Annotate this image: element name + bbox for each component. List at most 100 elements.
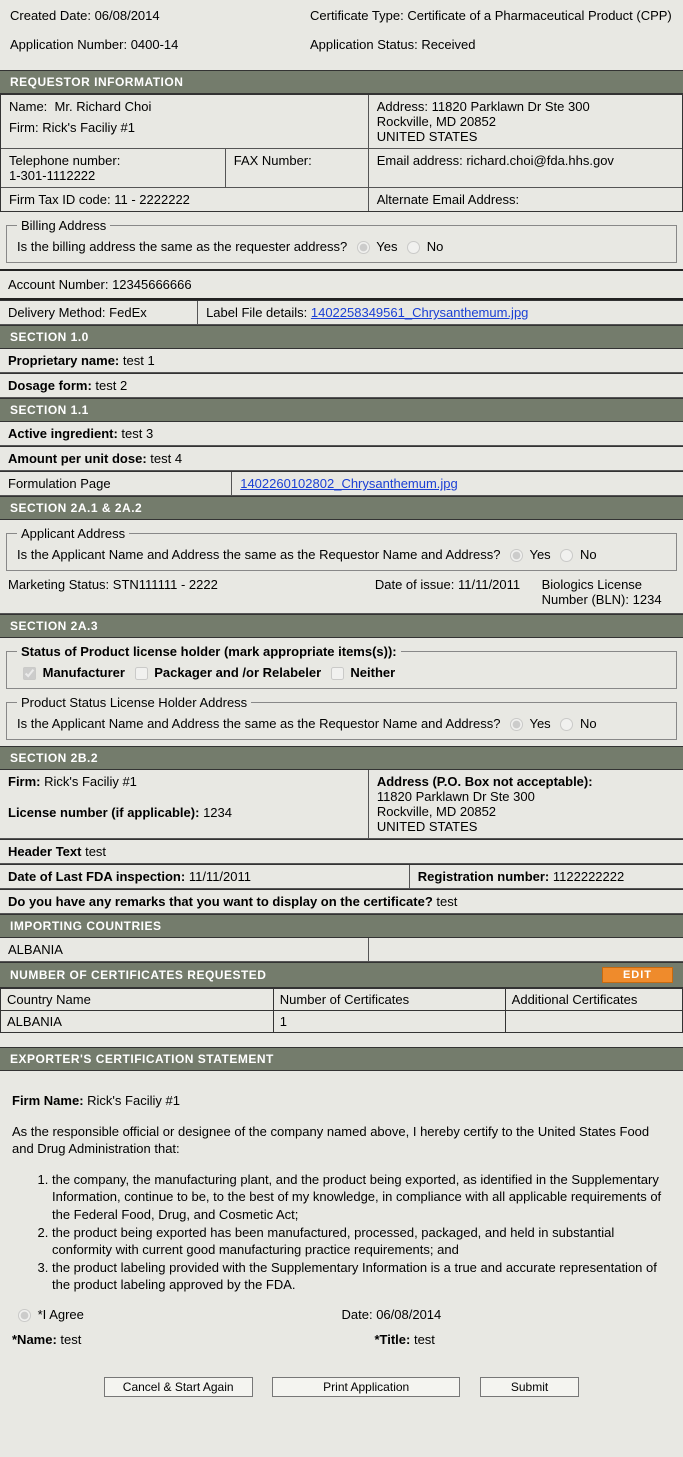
reg-label: Registration number: xyxy=(418,869,549,884)
certificates-table: Country Name Number of Certificates Addi… xyxy=(0,988,683,1033)
manufacturer-checkbox[interactable] xyxy=(23,667,36,680)
exporter-date-label: Date: xyxy=(342,1307,373,1322)
edit-button[interactable]: EDIT xyxy=(602,967,673,983)
applicant-no-radio[interactable] xyxy=(560,549,573,562)
billing-legend: Billing Address xyxy=(17,218,110,233)
pslh-question: Is the Applicant Name and Address the sa… xyxy=(17,716,500,731)
s2b2-license-label: License number (if applicable): xyxy=(8,805,199,820)
applicant-address-fieldset: Applicant Address Is the Applicant Name … xyxy=(6,526,677,571)
telephone-value: 1-301-1112222 xyxy=(9,168,217,183)
pslh-no-label: No xyxy=(580,716,597,731)
email-label: Email address: xyxy=(377,153,463,168)
exporter-li1: the company, the manufacturing plant, an… xyxy=(52,1171,671,1224)
s2b2-address-label: Address (P.O. Box not acceptable): xyxy=(377,774,675,789)
exporter-body: Firm Name: Rick's Faciliy #1 As the resp… xyxy=(0,1071,683,1361)
certs-header: NUMBER OF CERTIFICATES REQUESTED xyxy=(10,968,266,982)
dosage-value: test 2 xyxy=(95,378,127,393)
proprietary-label: Proprietary name: xyxy=(8,353,119,368)
pslh-no-radio[interactable] xyxy=(560,718,573,731)
license-holder-status-fieldset: Status of Product license holder (mark a… xyxy=(6,644,677,689)
exporter-date-value: 06/08/2014 xyxy=(376,1307,441,1322)
firm-label: Firm: xyxy=(9,120,39,135)
address-label: Address: xyxy=(377,99,428,114)
issue-value: 11/11/2011 xyxy=(458,577,520,592)
account-label: Account Number: xyxy=(8,277,108,292)
app-num-label: Application Number: xyxy=(10,37,127,52)
certificate-type: Certificate Type: Certificate of a Pharm… xyxy=(310,8,673,23)
exporter-header: EXPORTER'S CERTIFICATION STATEMENT xyxy=(0,1047,683,1071)
bln-value: 1234 xyxy=(633,592,662,607)
exporter-firm-value: Rick's Faciliy #1 xyxy=(87,1093,180,1108)
billing-no-label: No xyxy=(427,239,444,254)
app-num-value: 0400-14 xyxy=(131,37,179,52)
s2b2-license-value: 1234 xyxy=(203,805,232,820)
exporter-firm-label: Firm Name: xyxy=(12,1093,84,1108)
formulation-link[interactable]: 1402260102802_Chrysanthemum.jpg xyxy=(240,476,458,491)
pslh-yes-label: Yes xyxy=(529,716,550,731)
billing-yes-radio[interactable] xyxy=(357,241,370,254)
delivery-value: FedEx xyxy=(109,305,147,320)
label-file-link[interactable]: 1402258349561_Chrysanthemum.jpg xyxy=(311,305,529,320)
exporter-li2: the product being exported has been manu… xyxy=(52,1224,671,1259)
email-value: richard.choi@fda.hhs.gov xyxy=(466,153,614,168)
section-1-1-header: SECTION 1.1 xyxy=(0,398,683,422)
submit-button[interactable]: Submit xyxy=(480,1377,579,1397)
requestor-info-header: REQUESTOR INFORMATION xyxy=(0,70,683,94)
section-2a3-header: SECTION 2A.3 xyxy=(0,614,683,638)
reg-value: 1122222222 xyxy=(553,869,624,884)
exporter-name-label: *Name: xyxy=(12,1332,57,1347)
s2b2-firm-label: Firm: xyxy=(8,774,41,789)
applicant-no-label: No xyxy=(580,547,597,562)
certs-header-row: NUMBER OF CERTIFICATES REQUESTED EDIT xyxy=(0,962,683,988)
table-header-row: Country Name Number of Certificates Addi… xyxy=(1,989,683,1011)
packager-checkbox[interactable] xyxy=(135,667,148,680)
marketing-value: STN111111 - 2222 xyxy=(113,577,218,592)
application-number: Application Number: 0400-14 xyxy=(10,37,178,52)
cert-type-value: Certificate of a Pharmaceutical Product … xyxy=(407,8,671,23)
agree-label: *I Agree xyxy=(38,1307,84,1322)
created-date: Created Date: 06/08/2014 xyxy=(10,8,160,23)
app-status-value: Received xyxy=(421,37,475,52)
applicant-yes-radio[interactable] xyxy=(510,549,523,562)
name-label: Name: xyxy=(9,99,47,114)
print-button[interactable]: Print Application xyxy=(272,1377,460,1397)
created-date-value: 06/08/2014 xyxy=(95,8,160,23)
col-num: Number of Certificates xyxy=(273,989,505,1011)
packager-label: Packager and /or Relabeler xyxy=(154,665,321,680)
proprietary-value: test 1 xyxy=(123,353,155,368)
account-row: Account Number: 12345666666 xyxy=(0,271,683,298)
col-add: Additional Certificates xyxy=(505,989,682,1011)
cancel-button[interactable]: Cancel & Start Again xyxy=(104,1377,253,1397)
status-legend: Status of Product license holder (mark a… xyxy=(17,644,401,659)
billing-no-radio[interactable] xyxy=(407,241,420,254)
section-2a-header: SECTION 2A.1 & 2A.2 xyxy=(0,496,683,520)
fax-label: FAX Number: xyxy=(234,153,312,168)
active-value: test 3 xyxy=(121,426,153,441)
neither-checkbox[interactable] xyxy=(331,667,344,680)
importing-header: IMPORTING COUNTRIES xyxy=(0,914,683,938)
applicant-question: Is the Applicant Name and Address the sa… xyxy=(17,547,500,562)
label-file-label: Label File details: xyxy=(206,305,307,320)
s2b2-address-value: 11820 Parklawn Dr Ste 300 Rockville, MD … xyxy=(377,789,675,834)
applicant-legend: Applicant Address xyxy=(17,526,129,541)
cert-type-label: Certificate Type: xyxy=(310,8,404,23)
row-add xyxy=(505,1011,682,1033)
application-status: Application Status: Received xyxy=(310,37,673,52)
exporter-name-value: test xyxy=(60,1332,81,1347)
alt-email-label: Alternate Email Address: xyxy=(377,192,519,207)
remarks-label: Do you have any remarks that you want to… xyxy=(8,894,433,909)
inspection-value: 11/11/2011 xyxy=(189,869,251,884)
exporter-intro: As the responsible official or designee … xyxy=(12,1123,671,1158)
firm-value: Rick's Faciliy #1 xyxy=(42,120,135,135)
bln-label: Biologics License Number (BLN): xyxy=(542,577,642,607)
manufacturer-label: Manufacturer xyxy=(43,665,125,680)
pslh-address-fieldset: Product Status License Holder Address Is… xyxy=(6,695,677,740)
row-country: ALBANIA xyxy=(1,1011,274,1033)
account-value: 12345666666 xyxy=(112,277,192,292)
row-num: 1 xyxy=(273,1011,505,1033)
agree-radio[interactable] xyxy=(18,1309,31,1322)
header-text-label: Header Text xyxy=(8,844,81,859)
pslh-yes-radio[interactable] xyxy=(510,718,523,731)
exporter-title-label: *Title: xyxy=(374,1332,410,1347)
exporter-title-value: test xyxy=(414,1332,435,1347)
